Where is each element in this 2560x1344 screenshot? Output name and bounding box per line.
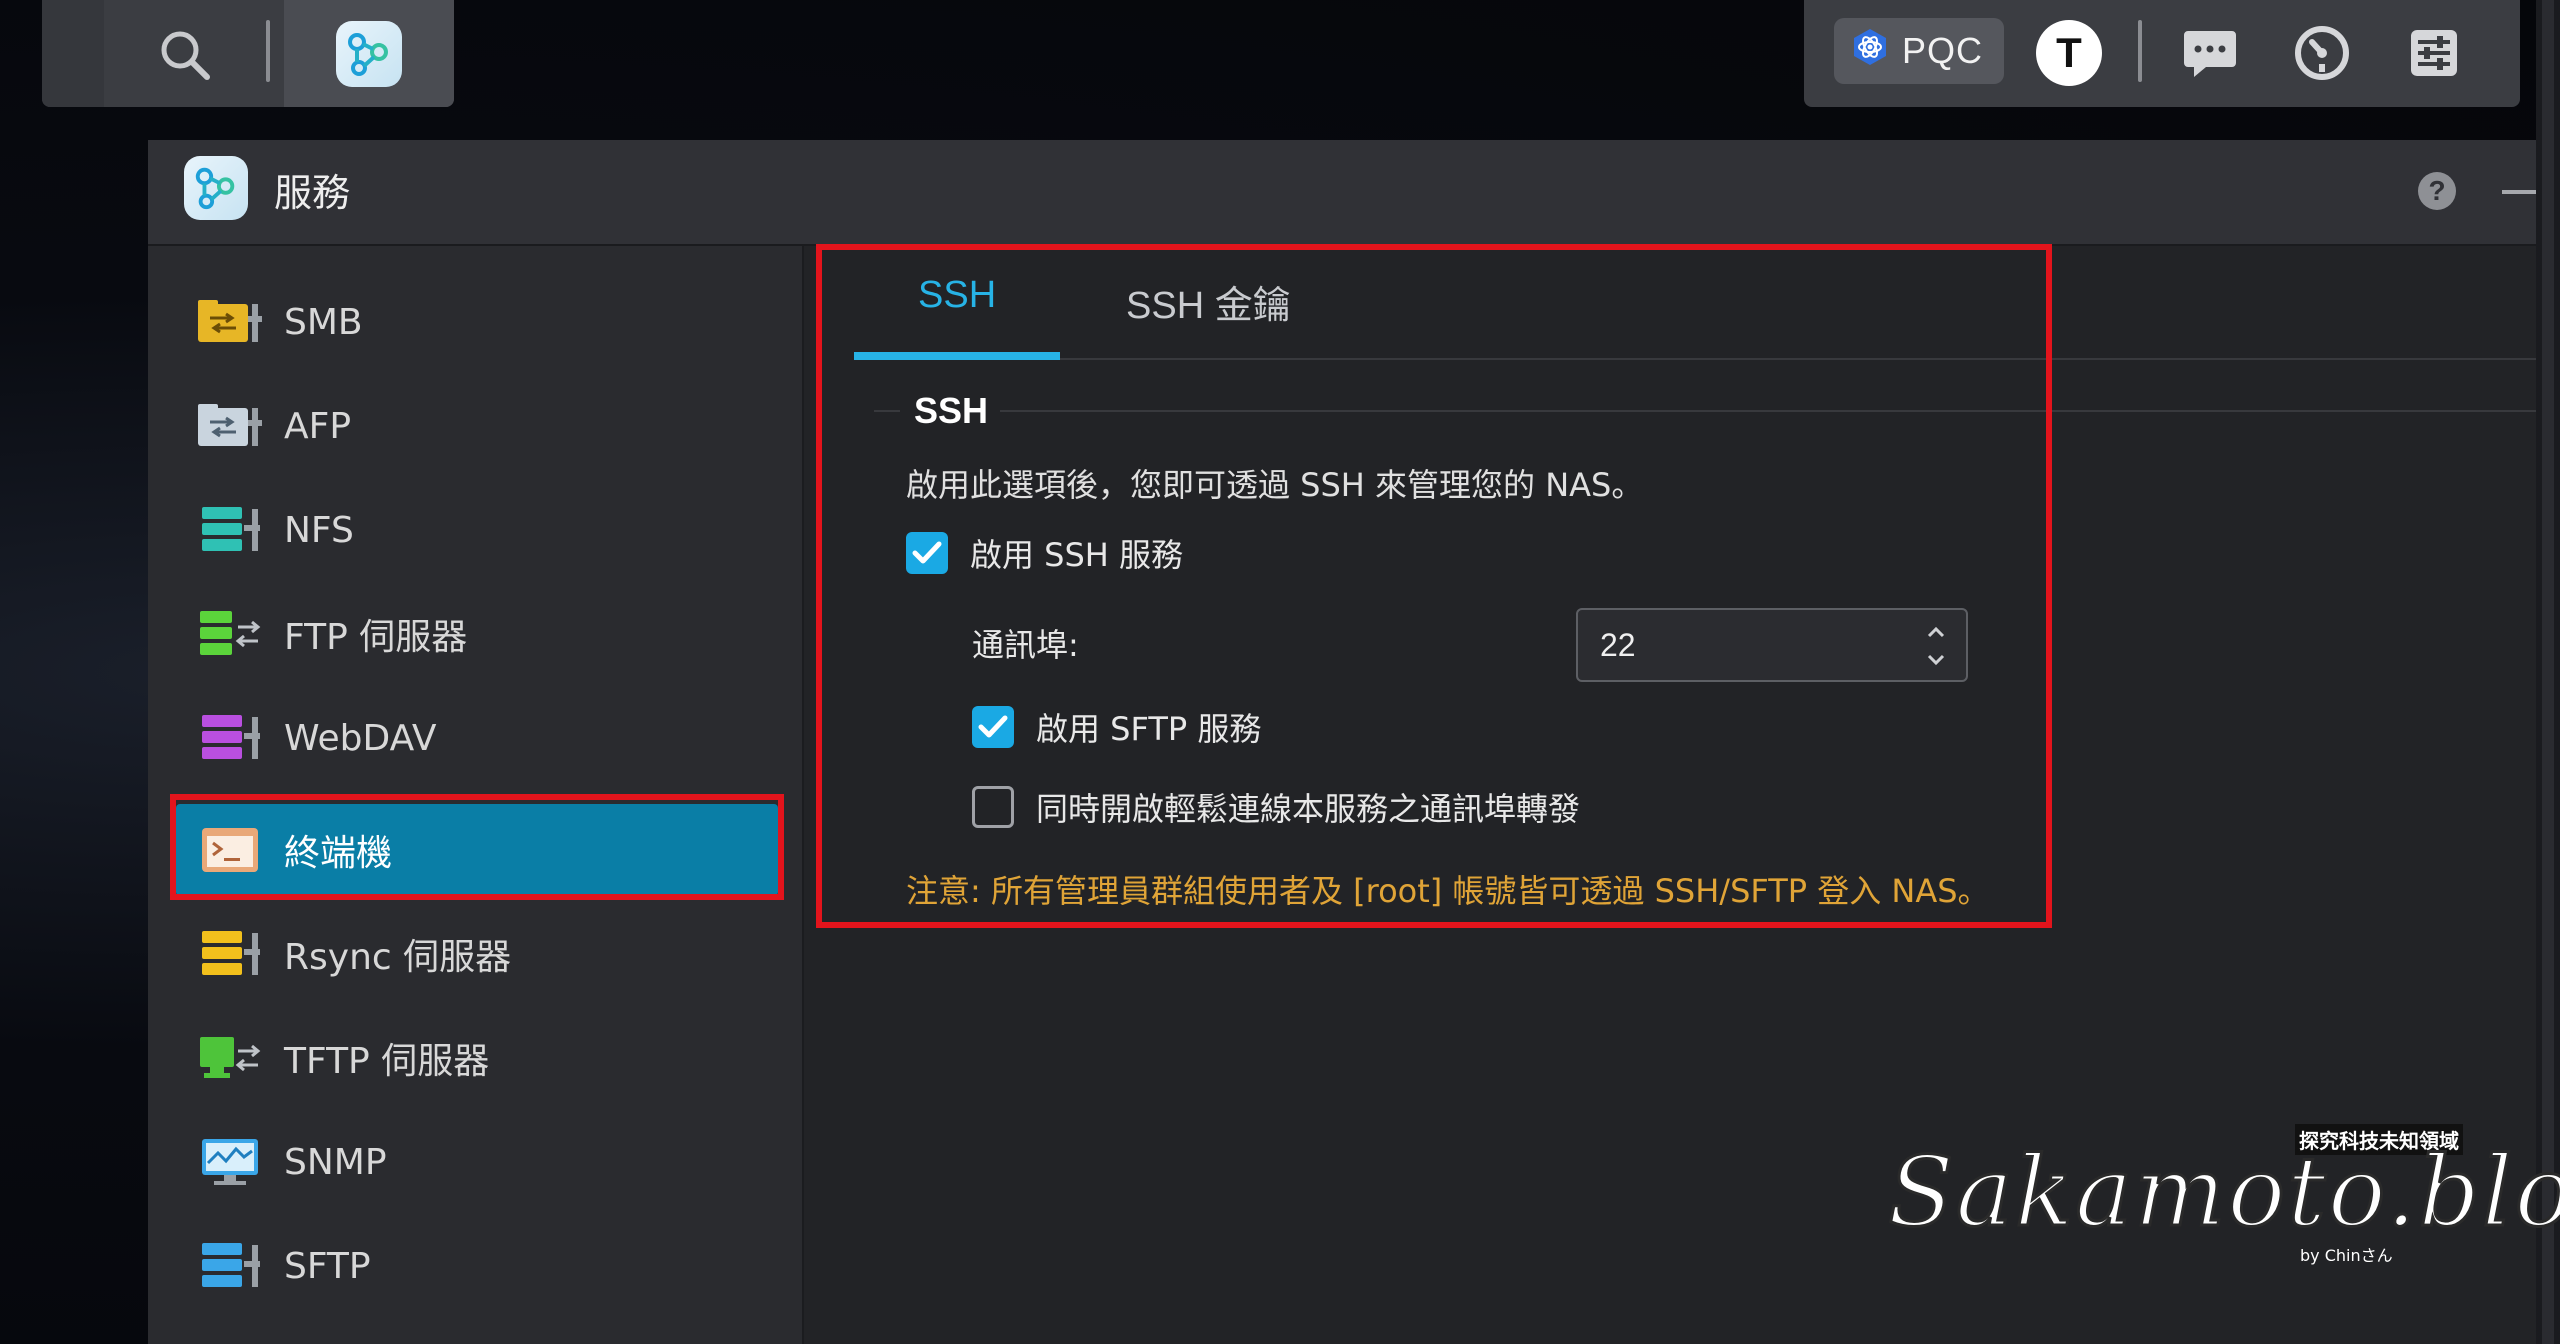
sidebar-item-smb[interactable]: SMB	[176, 276, 778, 368]
snmp-monitor-icon	[198, 1136, 262, 1188]
pqc-label: PQC	[1902, 30, 1984, 71]
services-app-icon	[184, 156, 248, 220]
taskbar-divider	[266, 20, 270, 82]
help-icon[interactable]: ?	[2418, 172, 2456, 210]
sidebar-item-label: SNMP	[284, 1141, 387, 1183]
pqc-icon	[1850, 27, 1890, 76]
nfs-server-icon	[198, 504, 262, 556]
sidebar-item-label: SMB	[284, 301, 363, 343]
sidebar-item-afp[interactable]: AFP	[176, 380, 778, 472]
sidebar-item-label: SFTP	[284, 1245, 371, 1287]
sidebar-item-webdav[interactable]: WebDAV	[176, 692, 778, 784]
sidebar-item-label: FTP 伺服器	[284, 617, 468, 658]
sidebar-item-label: NFS	[284, 509, 354, 551]
sidebar-item-ftp[interactable]: FTP 伺服器	[176, 588, 778, 680]
sakamoto-blog-watermark: 探究科技未知領域 Sakamoto.blog by Chinさん	[1880, 1124, 2560, 1265]
sidebar-item-tftp[interactable]: TFTP 伺服器	[176, 1012, 778, 1104]
rsync-server-icon	[198, 928, 262, 980]
ssh-highlight-outline	[816, 244, 2052, 928]
sidebar-item-label: WebDAV	[284, 717, 437, 759]
sidebar-item-label: TFTP 伺服器	[284, 1041, 490, 1082]
afp-folder-icon	[198, 400, 262, 452]
chat-icon[interactable]	[2176, 20, 2244, 86]
sidebar-item-rsync[interactable]: Rsync 伺服器	[176, 908, 778, 1000]
sidebar-item-label: Rsync 伺服器	[284, 937, 512, 978]
smb-folder-icon	[198, 296, 262, 348]
terminal-highlight-outline	[170, 794, 784, 900]
tftp-server-icon	[198, 1032, 262, 1084]
taskbar-right: PQC T	[1804, 0, 2520, 107]
sidebar-item-snmp[interactable]: SNMP	[176, 1116, 778, 1208]
pqc-button[interactable]: PQC	[1834, 18, 2004, 84]
watermark-byline: by Chinさん	[2300, 1246, 2393, 1265]
watermark-logo: Sakamoto.blog	[1887, 1135, 2560, 1250]
taskbar-menu-segment[interactable]	[42, 0, 104, 107]
sidebar-item-nfs[interactable]: NFS	[176, 484, 778, 576]
window-titlebar[interactable]: 服務 ?	[148, 140, 2536, 246]
sidebar-item-label: AFP	[284, 405, 352, 447]
user-avatar[interactable]: T	[2036, 20, 2102, 86]
minimize-button[interactable]	[2502, 190, 2536, 194]
webdav-server-icon	[198, 712, 262, 764]
sftp-server-icon	[198, 1240, 262, 1292]
taskbar-left	[42, 0, 454, 107]
services-app-icon	[336, 20, 402, 87]
ftp-server-icon	[198, 608, 262, 660]
taskbar-divider	[2138, 20, 2142, 82]
dashboard-gauge-icon[interactable]	[2288, 20, 2356, 86]
sidebar-item-sftp[interactable]: SFTP	[176, 1220, 778, 1312]
services-sidebar: SMB AFP NFS FTP 伺服器 WebDAV 終端機 Rsync 伺服器…	[148, 246, 804, 1344]
settings-sliders-icon[interactable]	[2400, 20, 2468, 86]
window-title: 服務	[274, 171, 351, 215]
search-icon[interactable]	[150, 20, 220, 90]
taskbar-services-app-button[interactable]	[284, 0, 454, 107]
